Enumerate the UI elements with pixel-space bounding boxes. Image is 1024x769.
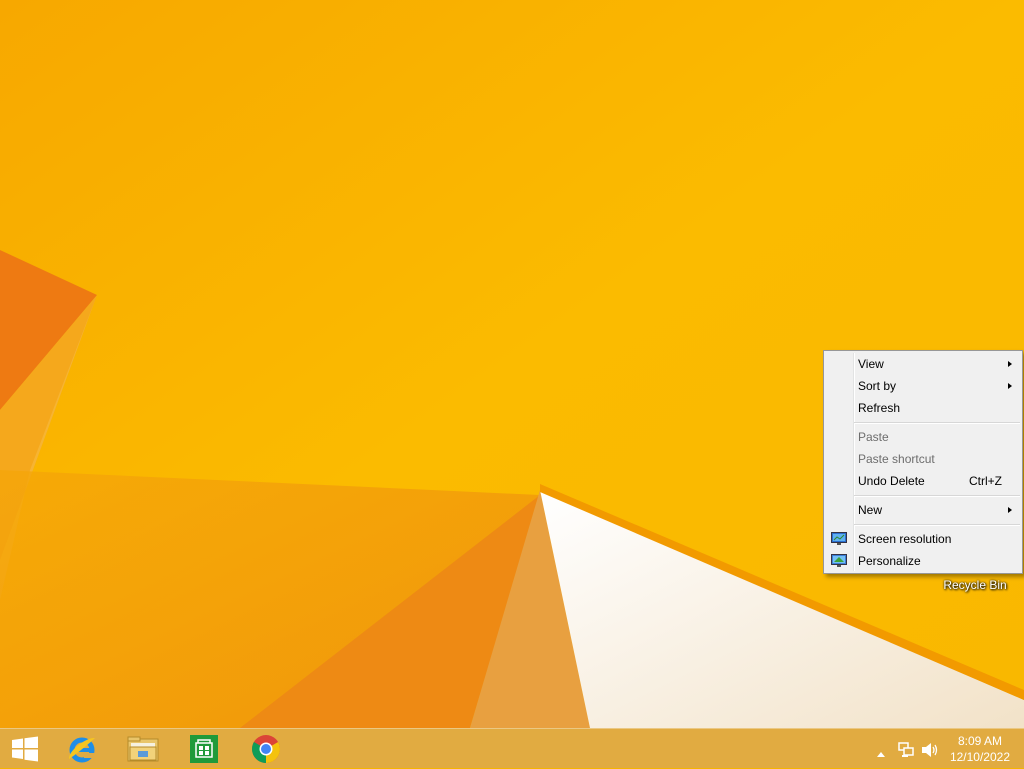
menu-separator: [854, 495, 1020, 497]
start-button[interactable]: [0, 729, 56, 769]
menu-separator: [854, 524, 1020, 526]
menu-item-label: Refresh: [858, 401, 901, 415]
desktop-context-menu: View Sort by Refresh Paste Paste shortcu…: [823, 350, 1023, 574]
personalize-icon: [831, 554, 847, 567]
menu-item-paste: Paste: [826, 426, 1020, 448]
menu-item-label: View: [858, 357, 884, 371]
menu-item-refresh[interactable]: Refresh: [826, 397, 1020, 419]
volume-tray-button[interactable]: [920, 741, 940, 764]
windows-logo-icon: [12, 736, 38, 762]
store-button[interactable]: [176, 729, 232, 769]
menu-separator: [854, 422, 1020, 424]
chevron-up-icon: [877, 752, 885, 757]
menu-item-label: Personalize: [858, 554, 921, 568]
folder-icon: [127, 736, 159, 762]
menu-item-sort-by[interactable]: Sort by: [826, 375, 1020, 397]
network-tray-button[interactable]: [897, 741, 915, 764]
menu-item-view[interactable]: View: [826, 353, 1020, 375]
store-icon: [190, 735, 218, 763]
menu-item-new[interactable]: New: [826, 499, 1020, 521]
clock[interactable]: 8:09 AM 12/10/2022: [950, 733, 1010, 765]
submenu-arrow-icon: [1008, 361, 1012, 367]
menu-item-shortcut: Ctrl+Z: [969, 474, 1002, 488]
clock-time: 8:09 AM: [957, 734, 1002, 748]
internet-explorer-button[interactable]: [54, 729, 110, 769]
submenu-arrow-icon: [1008, 383, 1012, 389]
chrome-button[interactable]: [238, 729, 294, 769]
file-explorer-button[interactable]: [114, 729, 170, 769]
clock-date: 12/10/2022: [949, 750, 1010, 764]
chrome-icon: [252, 735, 280, 763]
menu-item-personalize[interactable]: Personalize: [826, 550, 1020, 572]
menu-item-label: Sort by: [858, 379, 897, 393]
show-hidden-icons-button[interactable]: [876, 745, 886, 763]
menu-item-paste-shortcut: Paste shortcut: [826, 448, 1020, 470]
menu-item-label: New: [858, 503, 883, 517]
menu-item-label: Undo Delete: [858, 474, 925, 488]
submenu-arrow-icon: [1008, 507, 1012, 513]
menu-item-screen-resolution[interactable]: Screen resolution: [826, 528, 1020, 550]
network-icon: [898, 742, 914, 757]
taskbar: 8:09 AM 12/10/2022: [0, 728, 1024, 768]
screen-resolution-icon: [831, 532, 847, 545]
menu-item-label: Screen resolution: [858, 532, 952, 546]
menu-item-label: Paste: [858, 430, 889, 444]
internet-explorer-icon: [68, 737, 95, 763]
speaker-icon: [922, 743, 938, 757]
menu-item-label: Paste shortcut: [858, 452, 935, 466]
recycle-bin-label[interactable]: Recycle Bin: [930, 578, 1020, 592]
menu-item-undo-delete[interactable]: Undo Delete Ctrl+Z: [826, 470, 1020, 492]
